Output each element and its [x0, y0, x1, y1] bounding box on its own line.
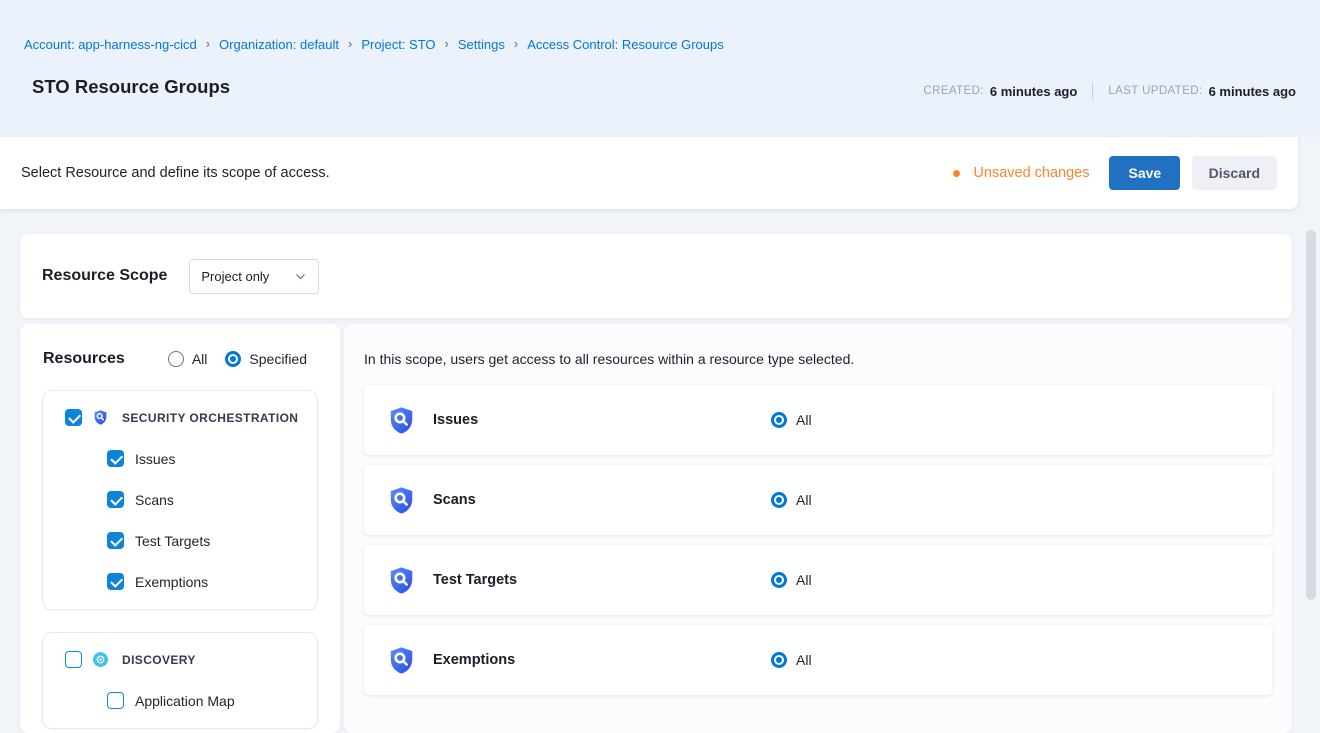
resource-scope-select[interactable]: Project only: [189, 259, 319, 294]
chevron-right-icon: ›: [206, 36, 210, 51]
discovery-icon: [92, 651, 109, 668]
access-option: All: [771, 545, 812, 615]
resources-title: Resources: [43, 350, 125, 368]
page-header: Account: app-harness-ng-cicd › Organizat…: [0, 0, 1320, 137]
checkbox-application-map[interactable]: [107, 692, 124, 709]
breadcrumb-link-project[interactable]: Project: STO: [361, 37, 435, 52]
resource-scope-label: Resource Scope: [42, 267, 167, 285]
last-updated-label: LAST UPDATED:: [1108, 85, 1202, 97]
chevron-right-icon: ›: [348, 36, 352, 51]
resource-type-row-test-targets: Test Targets: [43, 532, 317, 549]
checkbox-exemptions-label: Exemptions: [135, 574, 208, 590]
access-option: All: [771, 465, 812, 535]
resource-row-scans: Scans All: [364, 465, 1272, 535]
vertical-scrollbar-thumb[interactable]: [1306, 230, 1316, 600]
access-all-label[interactable]: All: [796, 572, 812, 588]
group-card-security-orchestration: SECURITY ORCHESTRATION Issues Scans Test…: [42, 390, 318, 610]
toolbar-actions: Unsaved changes Save Discard: [953, 156, 1277, 190]
resources-panel: Resources All Specified SECURITY ORCHEST…: [20, 324, 340, 733]
checkbox-issues-label: Issues: [135, 451, 175, 467]
group-label: SECURITY ORCHESTRATION: [122, 411, 298, 425]
checkbox-test-targets-label: Test Targets: [135, 533, 210, 549]
checkbox-exemptions[interactable]: [107, 573, 124, 590]
toolbar-description: Select Resource and define its scope of …: [21, 165, 330, 181]
discard-button[interactable]: Discard: [1192, 156, 1277, 190]
access-all-label[interactable]: All: [796, 652, 812, 668]
group-label: DISCOVERY: [122, 653, 196, 667]
checkbox-discovery[interactable]: [65, 651, 82, 668]
access-all-label[interactable]: All: [796, 412, 812, 428]
access-option: All: [771, 385, 812, 455]
checkbox-application-map-label: Application Map: [135, 693, 235, 709]
sto-shield-icon: [386, 484, 417, 517]
resource-row-label: Scans: [433, 492, 476, 508]
created-value: 6 minutes ago: [990, 84, 1077, 99]
resources-mode-radio-group: All Specified: [168, 351, 317, 367]
resource-type-row-issues: Issues: [43, 450, 317, 467]
scope-detail-panel: In this scope, users get access to all r…: [344, 324, 1292, 733]
group-row-security-orchestration: SECURITY ORCHESTRATION: [43, 409, 317, 426]
resource-row-exemptions: Exemptions All: [364, 625, 1272, 695]
resource-scope-selected-value: Project only: [201, 269, 269, 284]
save-button[interactable]: Save: [1109, 156, 1180, 190]
resource-row-test-targets: Test Targets All: [364, 545, 1272, 615]
created-meta: CREATED: 6 minutes ago: [923, 84, 1077, 99]
resource-groups-page: Account: app-harness-ng-cicd › Organizat…: [0, 0, 1320, 733]
scope-intro-text: In this scope, users get access to all r…: [364, 351, 854, 367]
sto-shield-icon: [92, 409, 109, 426]
resource-row-label: Issues: [433, 412, 478, 428]
resource-row-label: Exemptions: [433, 652, 515, 668]
group-row-discovery: DISCOVERY: [43, 651, 317, 668]
access-option: All: [771, 625, 812, 695]
checkbox-issues[interactable]: [107, 450, 124, 467]
chevron-right-icon: ›: [445, 36, 449, 51]
radio-specified-label[interactable]: Specified: [249, 351, 307, 367]
access-all-label[interactable]: All: [796, 492, 812, 508]
created-label: CREATED:: [923, 85, 984, 97]
sto-shield-icon: [386, 404, 417, 437]
last-updated-meta: LAST UPDATED: 6 minutes ago: [1108, 84, 1296, 99]
unsaved-changes-label: Unsaved changes: [973, 165, 1089, 181]
resource-row-label: Test Targets: [433, 572, 517, 588]
breadcrumb-link-organization[interactable]: Organization: default: [219, 37, 339, 52]
chevron-right-icon: ›: [514, 36, 518, 51]
resource-type-row-scans: Scans: [43, 491, 317, 508]
resource-type-row-exemptions: Exemptions: [43, 573, 317, 590]
breadcrumb-link-account[interactable]: Account: app-harness-ng-cicd: [24, 37, 197, 52]
group-card-discovery: DISCOVERY Application Map: [42, 632, 318, 729]
sto-shield-icon: [386, 644, 417, 677]
sto-shield-icon: [386, 564, 417, 597]
radio-access-all[interactable]: [771, 572, 787, 588]
radio-all[interactable]: [168, 351, 184, 367]
breadcrumb-link-resource-groups[interactable]: Access Control: Resource Groups: [527, 37, 724, 52]
status-dot-icon: [953, 170, 960, 177]
breadcrumb-link-settings[interactable]: Settings: [458, 37, 505, 52]
last-updated-value: 6 minutes ago: [1209, 84, 1296, 99]
checkbox-scans[interactable]: [107, 491, 124, 508]
resource-row-issues: Issues All: [364, 385, 1272, 455]
radio-access-all[interactable]: [771, 492, 787, 508]
resource-type-row-application-map: Application Map: [43, 692, 317, 709]
header-meta: CREATED: 6 minutes ago LAST UPDATED: 6 m…: [923, 83, 1296, 99]
radio-access-all[interactable]: [771, 412, 787, 428]
chevron-down-icon: [294, 270, 307, 283]
action-toolbar: Select Resource and define its scope of …: [0, 137, 1298, 209]
checkbox-test-targets[interactable]: [107, 532, 124, 549]
resource-rows: Issues All Scans All: [364, 385, 1272, 705]
breadcrumb: Account: app-harness-ng-cicd › Organizat…: [24, 37, 724, 52]
resources-panel-header: Resources All Specified: [20, 324, 340, 368]
checkbox-security-orchestration[interactable]: [65, 409, 82, 426]
page-title: STO Resource Groups: [32, 76, 230, 98]
unsaved-changes-indicator: Unsaved changes: [953, 165, 1089, 181]
checkbox-scans-label: Scans: [135, 492, 174, 508]
radio-all-label[interactable]: All: [192, 351, 208, 367]
resource-scope-card: Resource Scope Project only: [20, 234, 1292, 318]
radio-specified[interactable]: [225, 351, 241, 367]
meta-divider: [1092, 83, 1093, 99]
radio-access-all[interactable]: [771, 652, 787, 668]
